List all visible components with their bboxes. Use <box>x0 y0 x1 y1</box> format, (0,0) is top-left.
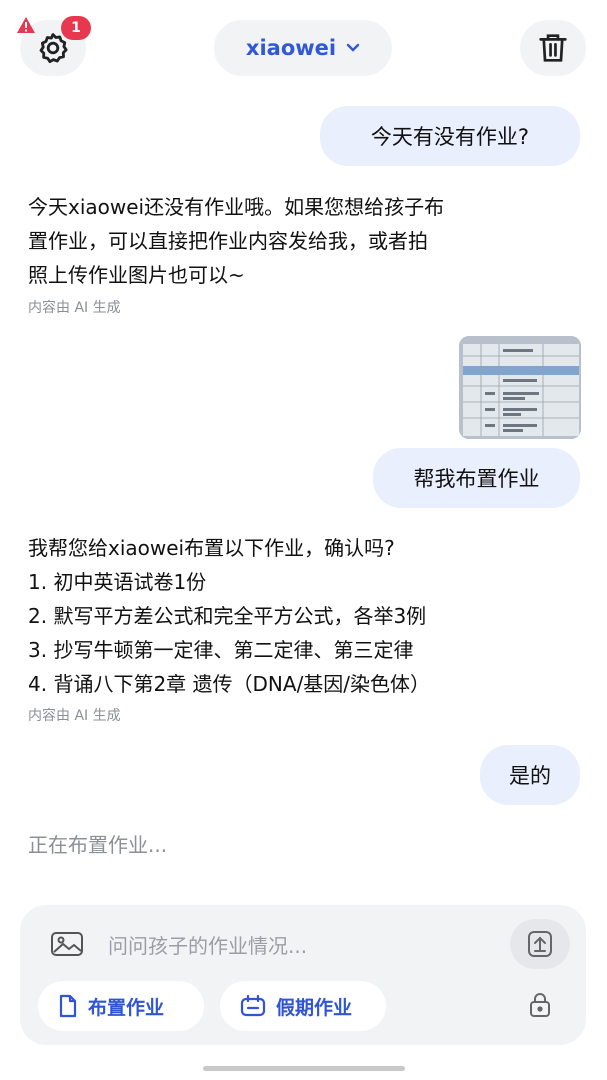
ai-message-line: 今天xiaowei还没有作业哦。如果您想给孩子布 <box>28 195 445 219</box>
profile-switcher[interactable]: xiaowei <box>214 20 392 76</box>
user-message: 今天有没有作业? <box>320 106 580 166</box>
assign-homework-button[interactable]: 布置作业 <box>38 981 204 1031</box>
trash-icon <box>539 34 567 62</box>
page-title: xiaowei <box>245 36 337 60</box>
ai-message-line: 我帮您给xiaowei布置以下作业，确认吗? <box>28 536 395 560</box>
homework-photo-thumbnail[interactable] <box>459 336 581 439</box>
lock-icon[interactable] <box>529 992 551 1018</box>
delete-button[interactable] <box>520 20 586 76</box>
upload-button[interactable] <box>510 919 570 969</box>
ai-message: 今天xiaowei还没有作业哦。如果您想给孩子布 置作业，可以直接把作业内容发给… <box>28 190 588 292</box>
ai-message-line: 3. 抄写牛顿第一定律、第二定律、第三定律 <box>28 638 414 662</box>
message-input[interactable]: 问问孩子的作业情况... <box>108 930 307 959</box>
ai-message-line: 1. 初中英语试卷1份 <box>28 570 207 594</box>
home-indicator[interactable] <box>203 1066 405 1071</box>
user-message: 是的 <box>480 745 580 805</box>
document-icon <box>59 994 77 1018</box>
chevron-down-icon <box>346 43 360 52</box>
ai-disclaimer: 内容由 AI 生成 <box>28 300 121 316</box>
holiday-homework-label: 假期作业 <box>276 996 353 1019</box>
warning-icon <box>17 17 35 33</box>
ai-disclaimer: 内容由 AI 生成 <box>28 708 121 724</box>
composer: 问问孩子的作业情况... 布置作业 假期作业 <box>20 905 586 1045</box>
status-text: 正在布置作业... <box>28 833 168 857</box>
user-message: 帮我布置作业 <box>373 448 580 508</box>
holiday-homework-button[interactable]: 假期作业 <box>220 981 386 1031</box>
ai-message: 我帮您给xiaowei布置以下作业，确认吗? 1. 初中英语试卷1份 2. 默写… <box>28 531 588 701</box>
upload-icon <box>528 931 552 957</box>
ai-message-line: 照上传作业图片也可以~ <box>28 263 245 287</box>
ai-message-line: 置作业，可以直接把作业内容发给我，或者拍 <box>28 229 428 253</box>
ai-message-line: 2. 默写平方差公式和完全平方公式，各举3例 <box>28 604 427 628</box>
homework-photo-image <box>459 336 581 439</box>
notification-badge: 1 <box>61 16 91 40</box>
calendar-icon <box>240 995 266 1017</box>
ai-message-line: 4. 背诵八下第2章 遗传（DNA/基因/染色体） <box>28 672 431 696</box>
assign-homework-label: 布置作业 <box>88 996 165 1019</box>
image-icon[interactable] <box>50 931 84 957</box>
